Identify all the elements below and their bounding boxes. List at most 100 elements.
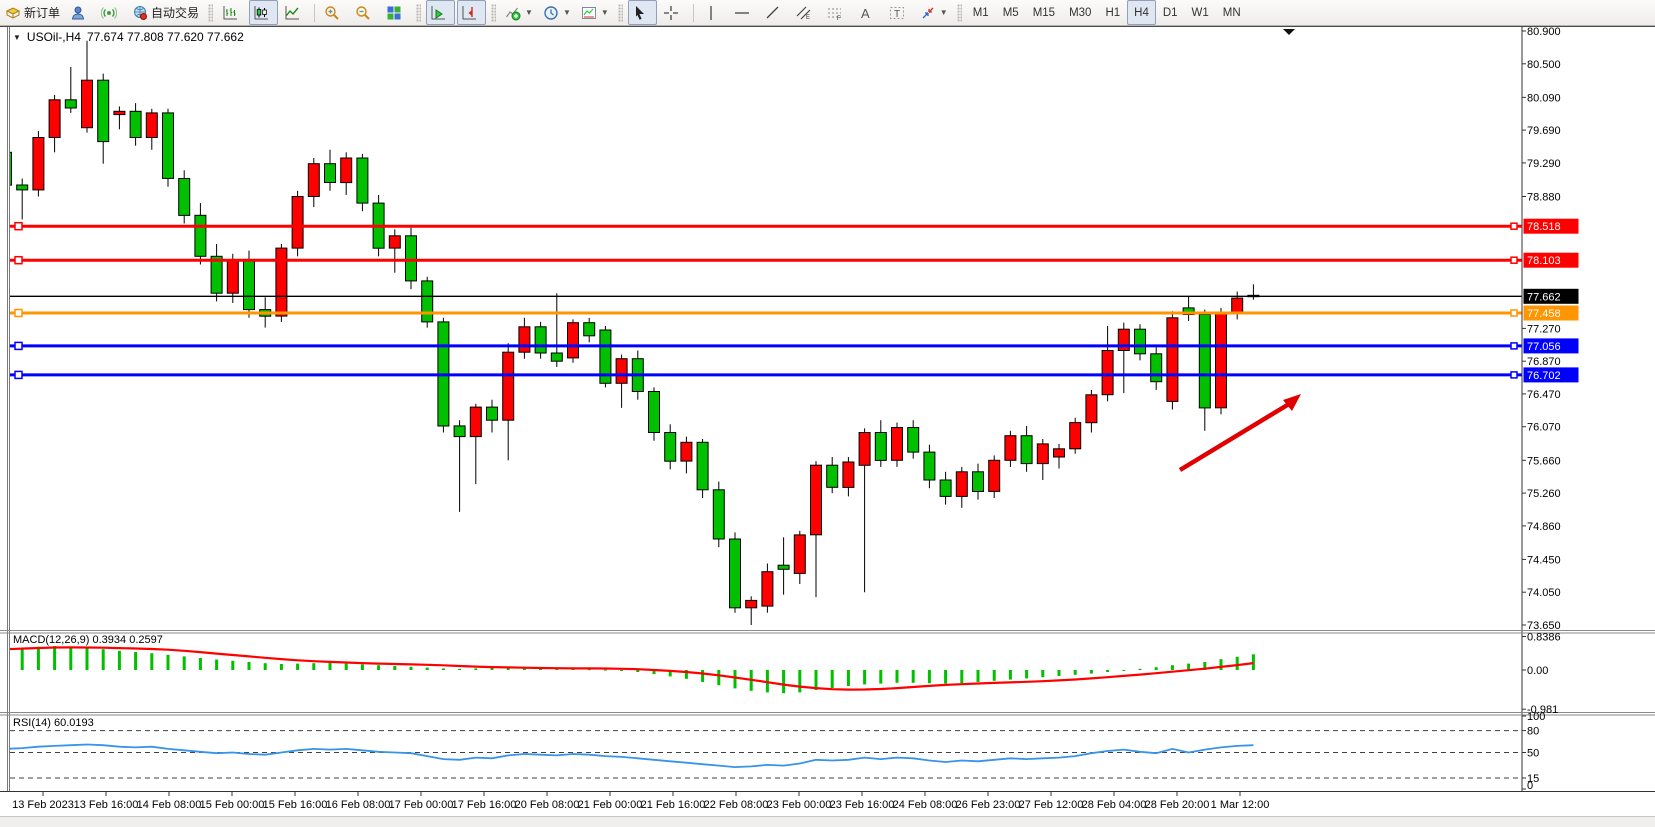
auto-scroll-button[interactable] bbox=[426, 0, 455, 25]
candle-body bbox=[584, 323, 595, 336]
price-tick-label: 77.270 bbox=[1527, 323, 1561, 335]
timeframe-button-W1[interactable]: W1 bbox=[1185, 0, 1216, 25]
toolbar-grip[interactable] bbox=[618, 4, 623, 22]
signals-button[interactable] bbox=[97, 0, 126, 25]
candle-body bbox=[244, 260, 255, 309]
macd-histogram-bar bbox=[1122, 670, 1125, 671]
candle-body bbox=[713, 490, 724, 539]
line-anchor[interactable] bbox=[15, 342, 22, 349]
chart-canvas[interactable]: 80.90080.50080.09079.69079.29078.88077.2… bbox=[0, 0, 1655, 827]
horizontal-line-tool-button[interactable] bbox=[730, 0, 759, 25]
text-tool-button[interactable]: A bbox=[854, 0, 883, 25]
timeframe-button-M15[interactable]: M15 bbox=[1026, 0, 1062, 25]
chart-background bbox=[0, 25, 1655, 816]
line-anchor[interactable] bbox=[1511, 343, 1517, 349]
candle-body bbox=[746, 600, 757, 607]
timeframe-button-D1[interactable]: D1 bbox=[1156, 0, 1185, 25]
time-tick-label: 28 Feb 04:00 bbox=[1082, 799, 1147, 811]
candle-body bbox=[697, 442, 708, 490]
fibonacci-tool-button[interactable]: F bbox=[823, 0, 852, 25]
candle-body bbox=[989, 460, 1000, 491]
candle-body bbox=[956, 472, 967, 497]
line-anchor[interactable] bbox=[15, 257, 22, 264]
candle-body bbox=[65, 100, 76, 108]
line-chart-button[interactable] bbox=[280, 0, 309, 25]
trendline-tool-button[interactable] bbox=[761, 0, 790, 25]
macd-histogram-bar bbox=[329, 663, 332, 670]
arrow-objects-icon bbox=[920, 5, 936, 21]
rsi-name: RSI(14) bbox=[13, 717, 51, 729]
time-tick-label: 24 Feb 08:00 bbox=[893, 799, 958, 811]
candle-body bbox=[794, 535, 805, 574]
toolbar-grip[interactable] bbox=[208, 4, 213, 22]
text-label-tool-button[interactable]: T bbox=[885, 0, 914, 25]
bar-chart-button[interactable] bbox=[218, 0, 247, 25]
toolbar-grip[interactable] bbox=[491, 4, 496, 22]
timeframe-button-M5[interactable]: M5 bbox=[996, 0, 1026, 25]
timeframe-button-H1[interactable]: H1 bbox=[1098, 0, 1127, 25]
price-tick-label: 80.900 bbox=[1527, 26, 1561, 38]
time-tick-label: 26 Feb 23:00 bbox=[956, 799, 1021, 811]
macd-histogram-bar bbox=[960, 670, 963, 683]
vertical-line-tool-button[interactable] bbox=[699, 0, 728, 25]
zoom-out-button[interactable] bbox=[351, 0, 380, 25]
line-anchor[interactable] bbox=[15, 371, 22, 378]
macd-histogram-bar bbox=[361, 664, 364, 670]
timeframe-button-M1[interactable]: M1 bbox=[966, 0, 996, 25]
line-anchor[interactable] bbox=[1511, 372, 1517, 378]
indicators-button[interactable]: ▼ bbox=[501, 0, 537, 25]
periods-button[interactable]: ▼ bbox=[539, 0, 575, 25]
profile-icon bbox=[70, 5, 86, 21]
trendline-icon bbox=[765, 5, 781, 21]
candle-body bbox=[470, 407, 481, 437]
macd-histogram-bar bbox=[118, 651, 121, 670]
profile-button[interactable] bbox=[66, 0, 95, 25]
candlestick-chart-button[interactable] bbox=[249, 0, 278, 25]
candle-body bbox=[17, 185, 28, 190]
time-tick-label: 17 Feb 00:00 bbox=[389, 799, 454, 811]
timeframe-button-H4[interactable]: H4 bbox=[1127, 0, 1156, 25]
price-tick-label: 75.260 bbox=[1527, 488, 1561, 500]
tile-windows-icon bbox=[386, 5, 402, 21]
candle-body bbox=[195, 215, 206, 256]
candle-body bbox=[827, 465, 838, 487]
line-anchor[interactable] bbox=[1511, 223, 1517, 229]
candle-body bbox=[940, 480, 951, 496]
zoom-in-button[interactable] bbox=[320, 0, 349, 25]
candle-body bbox=[892, 428, 903, 461]
tile-windows-button[interactable] bbox=[382, 0, 411, 25]
timeframe-button-M30[interactable]: M30 bbox=[1062, 0, 1098, 25]
candle-body bbox=[616, 359, 627, 384]
crosshair-tool-button[interactable] bbox=[659, 0, 688, 25]
line-anchor[interactable] bbox=[15, 223, 22, 230]
line-anchor[interactable] bbox=[15, 310, 22, 317]
cursor-tool-button[interactable] bbox=[628, 0, 657, 25]
templates-button[interactable]: ▼ bbox=[577, 0, 613, 25]
chart-shift-button[interactable] bbox=[457, 0, 486, 25]
macd-histogram-bar bbox=[21, 648, 24, 670]
toolbar-grip[interactable] bbox=[416, 4, 421, 22]
toolbar-separator bbox=[314, 4, 315, 22]
macd-histogram-bar bbox=[474, 668, 477, 670]
macd-histogram-bar bbox=[620, 670, 623, 671]
indicators-icon bbox=[505, 5, 521, 21]
new-order-button[interactable]: 新订单 bbox=[1, 0, 64, 25]
channel-tool-button[interactable]: E bbox=[792, 0, 821, 25]
toolbar-separator bbox=[693, 4, 694, 22]
candle-body bbox=[146, 113, 157, 138]
arrows-tool-button[interactable]: ▼ bbox=[916, 0, 952, 25]
line-anchor[interactable] bbox=[1511, 257, 1517, 263]
candle-body bbox=[1135, 329, 1146, 354]
candle-body bbox=[227, 260, 238, 293]
toolbar-grip[interactable] bbox=[957, 4, 962, 22]
candle-body bbox=[568, 323, 579, 358]
timeframe-button-MN[interactable]: MN bbox=[1216, 0, 1248, 25]
candle-body bbox=[551, 353, 562, 361]
price-tick-label: 80.090 bbox=[1527, 92, 1561, 104]
time-tick-label: 13 Feb 16:00 bbox=[74, 799, 139, 811]
signals-icon bbox=[101, 5, 117, 21]
price-badge-label: 78.103 bbox=[1527, 255, 1561, 267]
macd-histogram-bar bbox=[377, 665, 380, 670]
autotrading-button[interactable]: 自动交易 bbox=[128, 0, 203, 25]
line-anchor[interactable] bbox=[1511, 310, 1517, 316]
